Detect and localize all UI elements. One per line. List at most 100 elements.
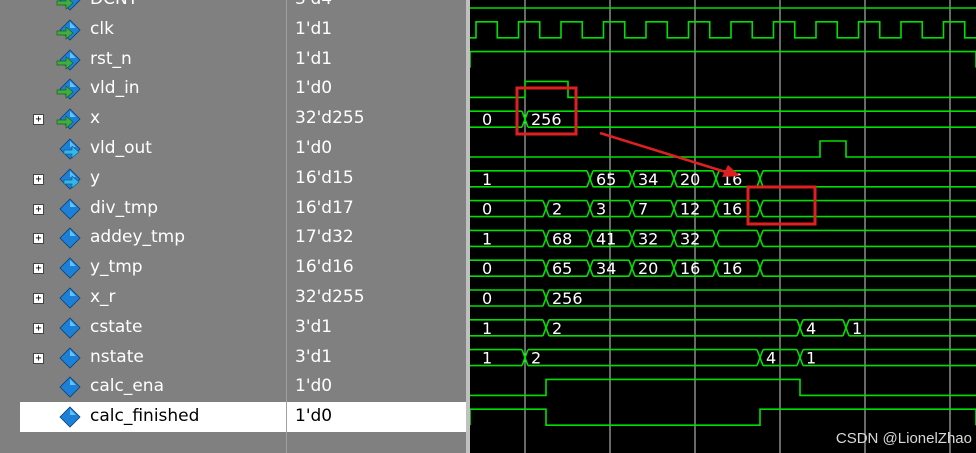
signal-row-calc_finished[interactable]: calc_finished bbox=[20, 402, 286, 433]
signal-name: div_tmp bbox=[90, 197, 159, 218]
cstate-bus-value: 1 bbox=[482, 319, 492, 338]
clk-waveform bbox=[470, 21, 976, 39]
signal-row-addey_tmp[interactable]: + addey_tmp bbox=[0, 223, 286, 253]
cstate-bus-value: 4 bbox=[806, 319, 816, 338]
addey_tmp-bus-value: 41 bbox=[596, 229, 616, 248]
signal-name: nstate bbox=[90, 346, 144, 367]
div_tmp-bus-value: 16 bbox=[722, 200, 742, 219]
expand-icon[interactable]: + bbox=[33, 173, 44, 185]
signal-name: calc_ena bbox=[90, 376, 164, 397]
signal-name: addey_tmp bbox=[90, 227, 186, 248]
y_tmp-bus-value: 16 bbox=[680, 259, 700, 278]
signal-row-x[interactable]: + x bbox=[0, 104, 286, 134]
div_tmp-bus-value: 0 bbox=[482, 200, 492, 219]
signal-name: y_tmp bbox=[90, 257, 143, 278]
signal-row-nstate[interactable]: + nstate bbox=[0, 343, 286, 373]
rst_n-waveform bbox=[470, 50, 976, 68]
signal-icon bbox=[56, 347, 82, 369]
signal-value-row-clk[interactable]: 1'd1 bbox=[287, 15, 467, 45]
signal-row-y[interactable]: + y bbox=[0, 164, 286, 194]
x-bus-value: 256 bbox=[531, 110, 562, 129]
signal-value-row-vld_in[interactable]: 1'd0 bbox=[287, 74, 467, 104]
highlight-arrow bbox=[599, 131, 733, 176]
signal-value-row-y[interactable]: 16'd15 bbox=[287, 164, 467, 194]
signal-value-row-x[interactable]: 32'd255 bbox=[287, 104, 467, 134]
input-port-icon bbox=[56, 108, 82, 130]
signal-name: calc_finished bbox=[90, 406, 200, 427]
div_tmp-bus-value: 7 bbox=[638, 200, 648, 219]
signal-name: x bbox=[90, 108, 101, 129]
signal-row-div_tmp[interactable]: + div_tmp bbox=[0, 194, 286, 224]
input-port-icon bbox=[56, 78, 82, 100]
signal-icon bbox=[56, 227, 82, 249]
signal-row-rst_n[interactable]: rst_n bbox=[0, 45, 286, 75]
signal-icon bbox=[56, 257, 82, 279]
signal-value: 16'd15 bbox=[295, 167, 354, 188]
signal-value-row-DCNT[interactable]: 3'd4 bbox=[287, 0, 467, 15]
expand-icon[interactable]: + bbox=[33, 322, 44, 334]
signal-name: vld_out bbox=[90, 138, 152, 158]
signal-value: 16'd17 bbox=[295, 197, 354, 218]
signal-value-row-y_tmp[interactable]: 16'd16 bbox=[287, 253, 467, 283]
calc_finished-waveform bbox=[470, 408, 976, 426]
signal-value-row-cstate[interactable]: 3'd1 bbox=[287, 313, 467, 343]
signal-icon bbox=[56, 287, 82, 309]
signal-value: 1'd1 bbox=[295, 18, 333, 39]
waveform-pane[interactable]: 0 2561 65 34 20 160 2 3 7 12 161 68 41 32 320 65 34 20 16 1… bbox=[470, 0, 976, 453]
signal-icon bbox=[56, 376, 82, 398]
signal-value-row-vld_out[interactable]: 1'd0 bbox=[287, 134, 467, 164]
expand-icon[interactable]: + bbox=[33, 293, 44, 304]
div_tmp-bus-value: 2 bbox=[552, 200, 562, 219]
signal-value: 3'd1 bbox=[295, 346, 333, 367]
signal-value-pane: 3'd4 1'd1 1'd1 1'd0 32'd255 1'd0 16'd15 16'd17 1… bbox=[286, 0, 467, 453]
signal-row-vld_out[interactable]: vld_out bbox=[0, 134, 286, 164]
x_r-bus-value: 256 bbox=[552, 289, 583, 308]
signal-name-pane: DCNTclkrst_nvld_in+xvld_out+y+div_tmp+ad… bbox=[0, 0, 286, 453]
addey_tmp-bus-value: 68 bbox=[552, 229, 572, 248]
signal-row-y_tmp[interactable]: + y_tmp bbox=[0, 253, 286, 283]
signal-value: 16'd16 bbox=[295, 257, 354, 278]
expand-icon[interactable]: + bbox=[33, 352, 44, 364]
signal-value-row-rst_n[interactable]: 1'd1 bbox=[287, 45, 467, 75]
signal-value-row-div_tmp[interactable]: 16'd17 bbox=[287, 194, 467, 224]
div_tmp-bus-value: 3 bbox=[596, 200, 606, 219]
addey_tmp-bus-value: 1 bbox=[482, 229, 492, 248]
y_tmp-bus-value: 20 bbox=[638, 259, 658, 278]
signal-value: 1'd0 bbox=[295, 406, 333, 427]
watermark: CSDN @LionelZhao bbox=[835, 430, 972, 447]
signal-name: cstate bbox=[90, 316, 143, 337]
signal-row-clk[interactable]: clk bbox=[0, 15, 286, 45]
expand-icon[interactable]: + bbox=[33, 263, 44, 275]
expand-icon[interactable]: + bbox=[33, 114, 44, 126]
expand-icon[interactable]: + bbox=[33, 233, 44, 245]
input-port-icon bbox=[56, 49, 82, 71]
signal-value: 1'd0 bbox=[295, 138, 333, 158]
div_tmp-bus-value: 12 bbox=[680, 200, 700, 219]
signal-row-DCNT[interactable]: DCNT bbox=[0, 0, 286, 15]
signal-name: rst_n bbox=[90, 48, 132, 69]
y-bus-value: 65 bbox=[596, 170, 616, 189]
signal-value: 17'd32 bbox=[295, 227, 354, 248]
signal-row-vld_in[interactable]: vld_in bbox=[0, 74, 286, 104]
nstate-bus-value: 4 bbox=[766, 349, 776, 368]
signal-name: clk bbox=[90, 18, 114, 39]
signal-row-cstate[interactable]: + cstate bbox=[0, 313, 286, 343]
signal-value-row-x_r[interactable]: 32'd255 bbox=[287, 283, 467, 313]
expand-icon[interactable]: + bbox=[33, 203, 44, 215]
signal-value: 1'd1 bbox=[295, 48, 333, 69]
signal-value: 1'd0 bbox=[295, 78, 333, 99]
signal-row-x_r[interactable]: + x_r bbox=[0, 283, 286, 313]
cstate-bus-value: 1 bbox=[852, 319, 862, 338]
signal-value-row-addey_tmp[interactable]: 17'd32 bbox=[287, 223, 467, 253]
signal-row-calc_ena[interactable]: calc_ena bbox=[0, 372, 286, 402]
signal-value-row-calc_finished[interactable]: 1'd0 bbox=[287, 402, 467, 433]
signal-icon bbox=[56, 317, 82, 339]
output-port-icon bbox=[56, 138, 82, 160]
signal-name: y bbox=[90, 167, 101, 188]
signal-value-row-nstate[interactable]: 3'd1 bbox=[287, 343, 467, 373]
signal-icon bbox=[56, 198, 82, 220]
y_tmp-bus-value: 34 bbox=[596, 259, 616, 278]
signal-value-row-calc_ena[interactable]: 1'd0 bbox=[287, 372, 467, 402]
nstate-bus-value: 2 bbox=[531, 349, 541, 368]
signal-value: 32'd255 bbox=[295, 108, 365, 129]
